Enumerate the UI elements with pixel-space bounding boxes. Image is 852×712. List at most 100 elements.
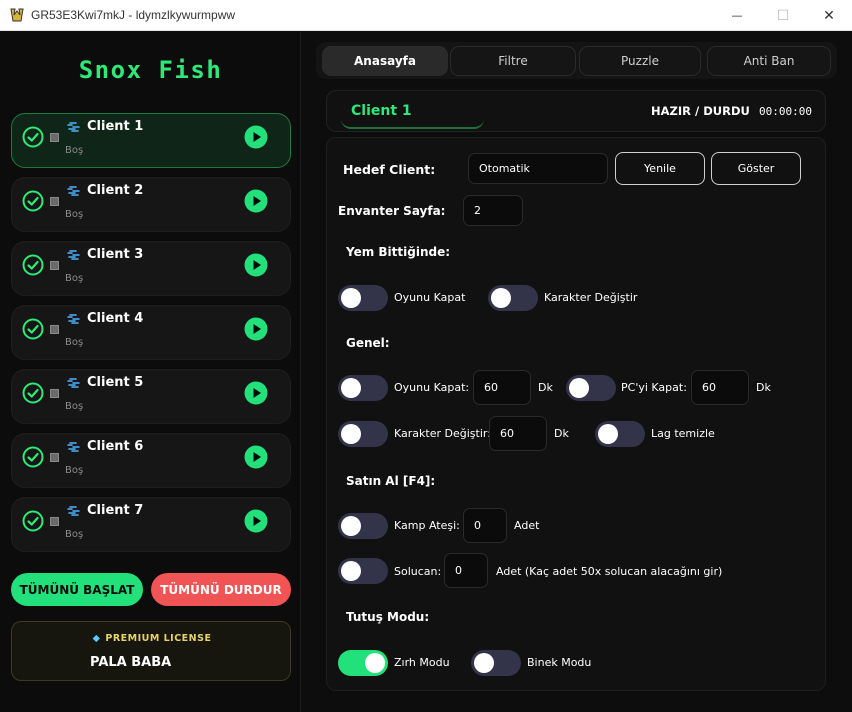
toggle-knob (341, 561, 361, 581)
client-status: Boş (65, 337, 84, 348)
worm-amount-input[interactable]: 0 (444, 553, 488, 588)
refresh-button[interactable]: Yenile (615, 152, 705, 185)
toggle-knob (341, 288, 361, 308)
armor-mode-label: Zırh Modu (394, 656, 450, 669)
close-game-minutes-input[interactable]: 60 (473, 370, 531, 405)
minimize-button[interactable]: — (714, 0, 760, 31)
close-pc-minutes-input[interactable]: 60 (691, 370, 749, 405)
license-header: ◆ PREMIUM LICENSE (12, 633, 292, 644)
client-name: Client 6 (87, 439, 144, 454)
toggle-knob (341, 516, 361, 536)
client-status: Boş (65, 401, 84, 412)
check-circle-icon (22, 510, 44, 532)
mount-mode-toggle[interactable] (471, 650, 521, 676)
client-name: Client 3 (87, 247, 144, 262)
client-select-checkbox[interactable] (50, 197, 59, 206)
check-circle-icon (22, 382, 44, 404)
worm-toggle[interactable] (338, 558, 388, 584)
stop-all-button[interactable]: TÜMÜNÜ DURDUR (151, 573, 291, 606)
app-logo-icon (10, 8, 24, 22)
fish-icon (67, 506, 80, 516)
bait-change-char-toggle[interactable] (488, 285, 538, 311)
campfire-label: Kamp Ateşi: (394, 519, 460, 532)
campfire-amount-input[interactable]: 0 (463, 508, 507, 543)
maximize-button[interactable]: ☐ (760, 0, 806, 31)
tab-bar: Anasayfa Filtre Puzzle Anti Ban (316, 42, 837, 79)
toggle-knob (341, 424, 361, 444)
play-icon[interactable] (244, 381, 268, 405)
change-char-toggle[interactable] (338, 421, 388, 447)
inventory-page-label: Envanter Sayfa: (338, 204, 446, 218)
minimize-icon: — (731, 9, 743, 22)
fish-icon (67, 250, 80, 260)
client-select-checkbox[interactable] (50, 261, 59, 270)
inventory-page-input[interactable]: 2 (463, 195, 523, 226)
start-all-button[interactable]: TÜMÜNÜ BAŞLAT (11, 573, 143, 606)
client-select-checkbox[interactable] (50, 389, 59, 398)
client-card[interactable]: Client 4 Boş (11, 305, 291, 360)
client-select-checkbox[interactable] (50, 453, 59, 462)
bait-section-heading: Yem Bittiğinde: (346, 245, 451, 259)
fish-icon (67, 186, 80, 196)
campfire-toggle[interactable] (338, 513, 388, 539)
target-client-label: Hedef Client: (343, 162, 436, 177)
play-icon[interactable] (244, 189, 268, 213)
toggle-knob (365, 653, 385, 673)
window-title: GR53E3Kwi7mkJ - ldymzlkywurmpww (31, 8, 236, 22)
license-label: PREMIUM LICENSE (105, 633, 212, 644)
play-icon[interactable] (244, 253, 268, 277)
bait-close-game-toggle[interactable] (338, 285, 388, 311)
lag-clean-toggle[interactable] (595, 421, 645, 447)
client-select-checkbox[interactable] (50, 133, 59, 142)
client-subtab[interactable]: Client 1 (341, 93, 484, 129)
close-pc-unit: Dk (756, 381, 771, 394)
bait-change-char-label: Karakter Değiştir (544, 291, 638, 304)
client-card[interactable]: Client 1 Boş (11, 113, 291, 168)
client-card[interactable]: Client 3 Boş (11, 241, 291, 296)
client-card[interactable]: Client 5 Boş (11, 369, 291, 424)
play-icon[interactable] (244, 125, 268, 149)
target-client-input[interactable]: Otomatik (468, 153, 608, 184)
check-circle-icon (22, 126, 44, 148)
fish-icon (67, 378, 80, 388)
show-button[interactable]: Göster (711, 152, 801, 185)
close-game-toggle[interactable] (338, 375, 388, 401)
play-icon[interactable] (244, 317, 268, 341)
client-card[interactable]: Client 2 Boş (11, 177, 291, 232)
client-name: Client 1 (87, 119, 144, 134)
sidebar: Snox Fish Client 1 Boş Client 2 Boş Client 3… (0, 32, 301, 712)
check-circle-icon (22, 190, 44, 212)
run-timer: 00:00:00 (759, 105, 812, 118)
client-select-checkbox[interactable] (50, 517, 59, 526)
close-pc-label: PC'yi Kapat: (621, 381, 687, 394)
client-select-checkbox[interactable] (50, 325, 59, 334)
play-icon[interactable] (244, 445, 268, 469)
worm-unit: Adet (Kaç adet 50x solucan alacağını gir… (496, 565, 723, 578)
toggle-knob (341, 378, 361, 398)
fish-icon (67, 442, 80, 452)
client-name: Client 5 (87, 375, 144, 390)
change-char-minutes-input[interactable]: 60 (489, 416, 547, 451)
tab-anti-ban[interactable]: Anti Ban (707, 46, 831, 76)
campfire-unit: Adet (514, 519, 540, 532)
close-pc-toggle[interactable] (566, 375, 616, 401)
tab-anasayfa[interactable]: Anasayfa (322, 46, 448, 76)
tab-puzzle[interactable]: Puzzle (579, 46, 701, 76)
client-card[interactable]: Client 6 Boş (11, 433, 291, 488)
check-circle-icon (22, 318, 44, 340)
diamond-icon: ◆ (92, 633, 101, 644)
close-icon: ✕ (823, 7, 835, 24)
tab-filtre[interactable]: Filtre (450, 46, 576, 76)
license-owner: PALA BABA (90, 655, 172, 670)
check-circle-icon (22, 254, 44, 276)
armor-mode-toggle[interactable] (338, 650, 388, 676)
status-text: HAZIR / DURDU (651, 104, 750, 118)
client-status: Boş (65, 209, 84, 220)
toggle-knob (474, 653, 494, 673)
close-game-label: Oyunu Kapat: (394, 381, 470, 394)
app-logo-text: Snox Fish (78, 56, 223, 84)
play-icon[interactable] (244, 509, 268, 533)
client-card[interactable]: Client 7 Boş (11, 497, 291, 552)
close-button[interactable]: ✕ (806, 0, 852, 31)
toggle-knob (598, 424, 618, 444)
